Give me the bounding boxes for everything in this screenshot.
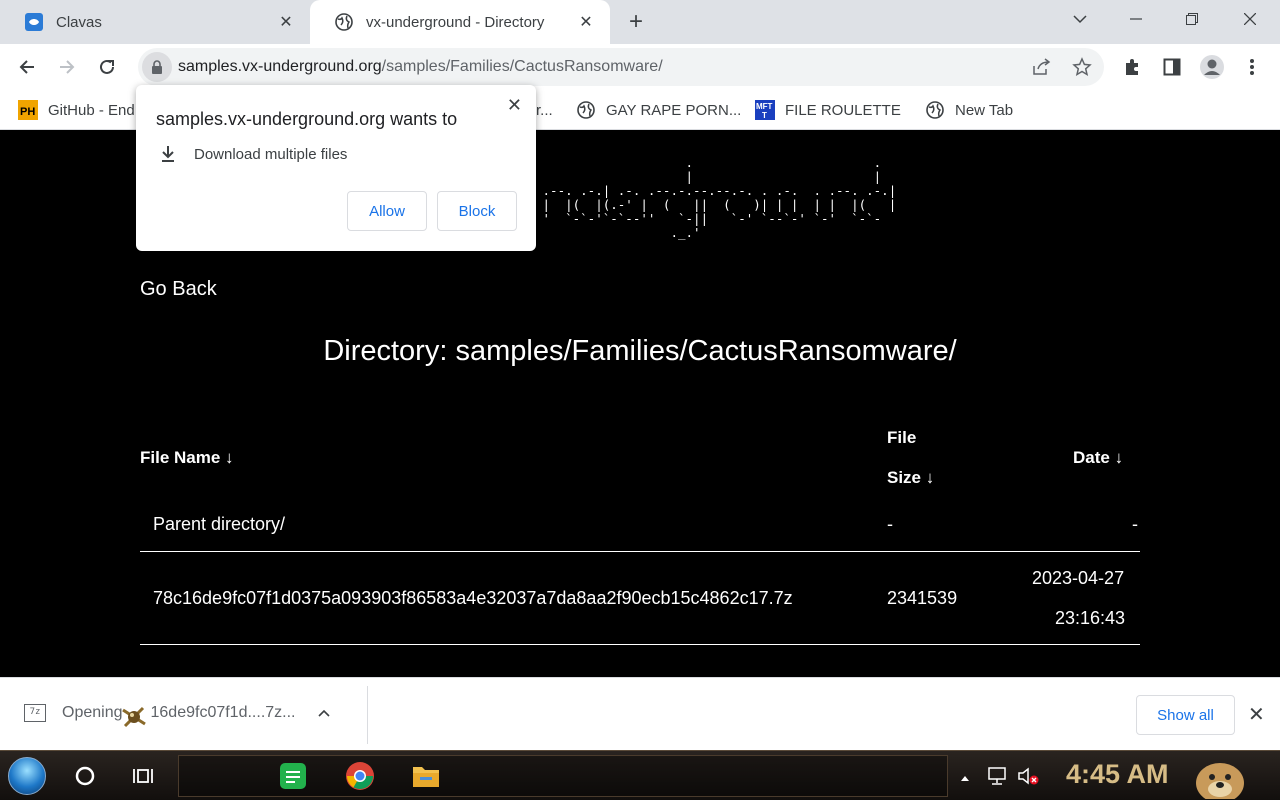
forward-arrow-icon[interactable] xyxy=(52,52,82,82)
back-arrow-icon[interactable] xyxy=(12,52,42,82)
taskbar-clock[interactable]: 4:45 AM xyxy=(1066,759,1169,790)
download-icon xyxy=(158,145,178,163)
profile-avatar-icon[interactable] xyxy=(1199,54,1225,80)
bookmark-globe-2[interactable]: GAY RAPE PORN... xyxy=(576,98,741,122)
start-button[interactable] xyxy=(8,757,46,795)
row-parent-date: - xyxy=(1132,514,1138,534)
download-permission-popup: samples.vx-underground.org wants to ✕ Do… xyxy=(136,85,536,251)
row-file-date: 2023-04-27 xyxy=(1032,568,1125,588)
chrome-icon[interactable] xyxy=(345,761,375,791)
row-file-name[interactable]: 78c16de9fc07f1d0375a093903f86583a4e32037… xyxy=(153,588,793,609)
column-file-size-line1[interactable]: File xyxy=(887,428,916,448)
notes-app-icon[interactable] xyxy=(278,761,308,791)
bookmark-github[interactable]: PH GitHub - End xyxy=(18,98,135,122)
bookmark-star-icon[interactable] xyxy=(1072,57,1092,77)
download-options-chevron-icon[interactable] xyxy=(317,704,330,722)
popup-title: samples.vx-underground.org wants to xyxy=(156,109,458,129)
restore-icon[interactable] xyxy=(1164,0,1220,38)
close-tab-icon[interactable]: ✕ xyxy=(276,12,296,32)
popup-close-icon[interactable]: ✕ xyxy=(507,95,522,116)
bookmark-truncated[interactable]: r... xyxy=(536,98,553,122)
go-back-link[interactable]: Go Back xyxy=(140,278,217,301)
tray-expand-icon[interactable] xyxy=(958,763,972,793)
task-view-icon[interactable] xyxy=(128,761,158,791)
side-panel-icon[interactable] xyxy=(1159,54,1185,80)
row-divider xyxy=(140,551,1140,552)
block-button[interactable]: Block xyxy=(437,191,517,231)
directory-title: Directory: samples/Families/CactusRansom… xyxy=(323,335,957,367)
new-tab-button[interactable]: + xyxy=(622,8,650,36)
column-file-name[interactable]: File Name ↓ xyxy=(140,448,234,468)
download-filename: 16de9fc07f1d....7z... xyxy=(150,704,296,721)
ph-logo-icon: PH xyxy=(18,100,38,120)
row-parent-size: - xyxy=(887,514,893,534)
tab-search-chevron-icon[interactable] xyxy=(1052,0,1108,38)
close-window-icon[interactable] xyxy=(1222,0,1278,38)
minimize-icon[interactable] xyxy=(1108,0,1164,38)
tab-title: vx-underground - Directory xyxy=(366,13,545,31)
row-file-time: 23:16:43 xyxy=(1055,608,1126,628)
download-status: Opening xyxy=(62,704,123,721)
url-text: samples.vx-underground.org/samples/Famil… xyxy=(178,58,663,76)
globe-icon xyxy=(334,12,354,32)
row-file-size: 2341539 xyxy=(887,588,958,608)
row-parent-name[interactable]: Parent directory/ xyxy=(153,514,285,535)
svg-text:T: T xyxy=(762,111,767,120)
extensions-puzzle-icon[interactable] xyxy=(1119,54,1145,80)
column-date[interactable]: Date ↓ xyxy=(1073,448,1123,468)
close-shelf-icon[interactable]: ✕ xyxy=(1248,702,1265,727)
browser-toolbar: samples.vx-underground.org/samples/Famil… xyxy=(0,44,1280,90)
file-explorer-icon[interactable] xyxy=(411,761,441,791)
reload-icon[interactable] xyxy=(92,52,122,82)
bookmark-label: r... xyxy=(536,101,553,119)
bookmark-label: GitHub - End xyxy=(48,101,135,119)
address-bar[interactable]: samples.vx-underground.org/samples/Famil… xyxy=(138,48,1104,86)
network-icon[interactable] xyxy=(984,761,1014,791)
close-tab-icon[interactable]: ✕ xyxy=(576,12,596,32)
permission-label: Download multiple files xyxy=(194,145,348,163)
permission-row: Download multiple files xyxy=(158,145,347,163)
tab-vx-underground[interactable]: vx-underground - Directory ✕ xyxy=(310,0,610,44)
globe-icon xyxy=(576,100,596,120)
bookmark-label: New Tab xyxy=(955,101,1014,119)
ascii-art-logo: . . | | .--. .-.| .-. .--.-.--.--.-. . .… xyxy=(542,155,897,240)
tab-strip: Clavas ✕ vx-underground - Directory ✕ + xyxy=(0,0,1280,44)
url-host: samples.vx-underground.org xyxy=(178,58,382,75)
shelf-divider xyxy=(367,686,368,744)
share-icon[interactable] xyxy=(1032,57,1052,77)
bookmark-label: GAY RAPE PORN... xyxy=(606,101,742,119)
dog-avatar-icon xyxy=(1190,753,1250,799)
archive-file-icon: 7z xyxy=(24,704,46,722)
globe-icon xyxy=(925,100,945,120)
url-path: /samples/Families/CactusRansomware/ xyxy=(381,58,663,75)
tab-title: Clavas xyxy=(56,13,102,31)
svg-text:PH: PH xyxy=(20,106,35,118)
loading-spinner-icon xyxy=(121,706,146,728)
allow-button[interactable]: Allow xyxy=(347,191,427,231)
lock-icon[interactable] xyxy=(142,52,172,82)
column-file-size-line2[interactable]: Size ↓ xyxy=(887,468,934,488)
tab-clavas[interactable]: Clavas ✕ xyxy=(0,0,310,44)
volume-muted-icon[interactable] xyxy=(1014,761,1044,791)
bookmark-new-tab[interactable]: New Tab xyxy=(925,98,1013,122)
row-divider xyxy=(140,644,1140,645)
download-shelf: 7z Opening 16de9fc07f1d....7z... Show al… xyxy=(0,677,1280,750)
bookmark-file-roulette[interactable]: MFT T FILE ROULETTE xyxy=(755,98,901,122)
clavas-favicon-icon xyxy=(24,12,44,32)
cortana-circle-icon[interactable] xyxy=(70,761,100,791)
download-item[interactable]: 7z Opening 16de9fc07f1d....7z... xyxy=(24,702,330,728)
mft-logo-icon: MFT T xyxy=(755,100,775,120)
taskbar: 4:45 AM xyxy=(0,750,1280,800)
bookmark-label: FILE ROULETTE xyxy=(785,101,901,119)
svg-text:MFT: MFT xyxy=(756,102,773,111)
menu-kebab-icon[interactable] xyxy=(1239,54,1265,80)
show-all-button[interactable]: Show all xyxy=(1136,695,1235,735)
